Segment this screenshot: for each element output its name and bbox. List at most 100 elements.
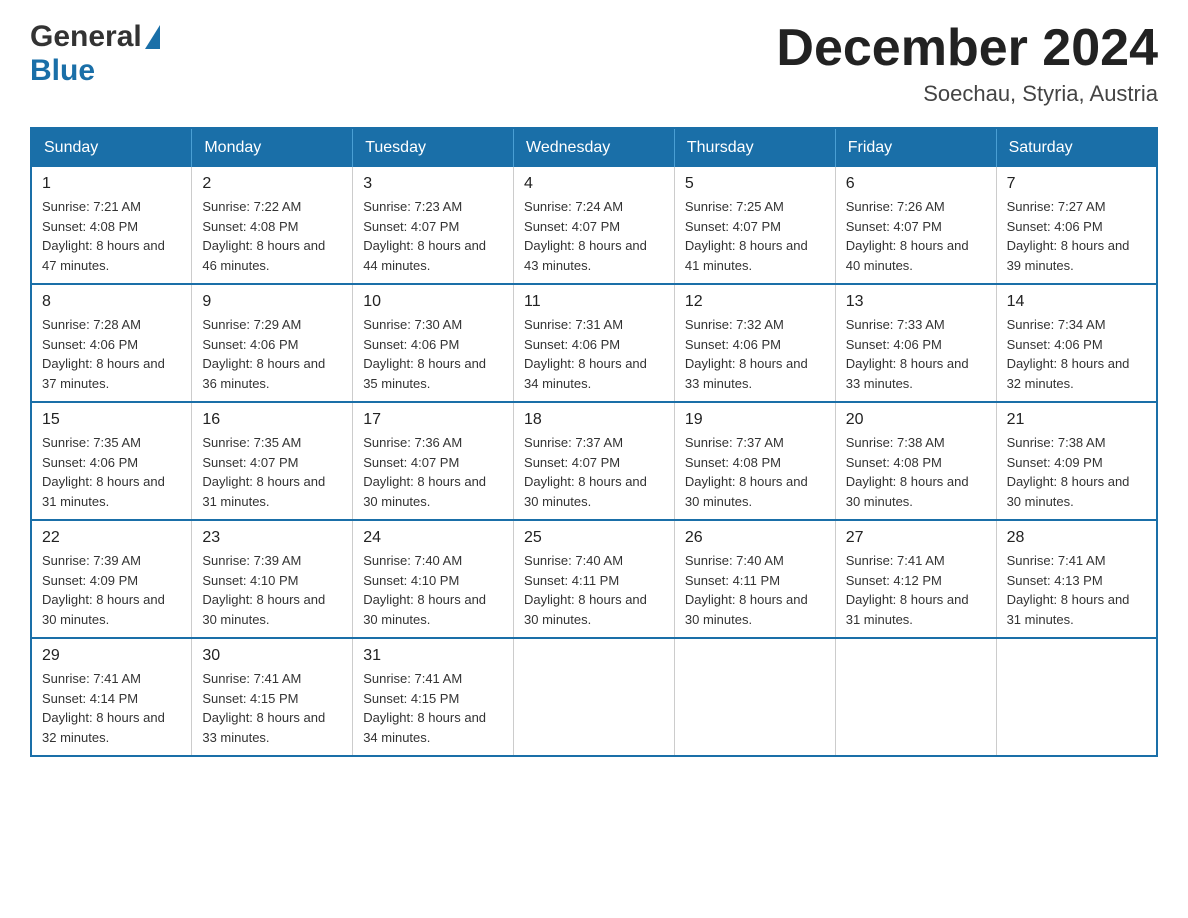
calendar-day-cell: 1 Sunrise: 7:21 AM Sunset: 4:08 PM Dayli…	[31, 167, 192, 284]
sunset-label: Sunset: 4:07 PM	[846, 219, 942, 234]
sunset-label: Sunset: 4:06 PM	[42, 337, 138, 352]
day-info: Sunrise: 7:35 AM Sunset: 4:06 PM Dayligh…	[42, 433, 181, 511]
daylight-label: Daylight: 8 hours and 35 minutes.	[363, 356, 486, 391]
sunrise-label: Sunrise: 7:25 AM	[685, 199, 784, 214]
daylight-label: Daylight: 8 hours and 39 minutes.	[1007, 238, 1130, 273]
sunrise-label: Sunrise: 7:36 AM	[363, 435, 462, 450]
day-number: 24	[363, 529, 503, 547]
sunrise-label: Sunrise: 7:41 AM	[1007, 553, 1106, 568]
day-info: Sunrise: 7:32 AM Sunset: 4:06 PM Dayligh…	[685, 315, 825, 393]
month-title: December 2024	[776, 20, 1158, 77]
daylight-label: Daylight: 8 hours and 33 minutes.	[202, 710, 325, 745]
day-number: 15	[42, 411, 181, 429]
day-info: Sunrise: 7:37 AM Sunset: 4:08 PM Dayligh…	[685, 433, 825, 511]
calendar-header-row: SundayMondayTuesdayWednesdayThursdayFrid…	[31, 128, 1157, 167]
daylight-label: Daylight: 8 hours and 40 minutes.	[846, 238, 969, 273]
daylight-label: Daylight: 8 hours and 30 minutes.	[202, 592, 325, 627]
calendar-day-cell: 23 Sunrise: 7:39 AM Sunset: 4:10 PM Dayl…	[192, 520, 353, 638]
sunset-label: Sunset: 4:06 PM	[524, 337, 620, 352]
day-info: Sunrise: 7:40 AM Sunset: 4:11 PM Dayligh…	[524, 551, 664, 629]
day-number: 26	[685, 529, 825, 547]
daylight-label: Daylight: 8 hours and 31 minutes.	[1007, 592, 1130, 627]
daylight-label: Daylight: 8 hours and 36 minutes.	[202, 356, 325, 391]
logo-arrow-icon	[145, 25, 160, 49]
day-number: 19	[685, 411, 825, 429]
daylight-label: Daylight: 8 hours and 30 minutes.	[846, 474, 969, 509]
daylight-label: Daylight: 8 hours and 43 minutes.	[524, 238, 647, 273]
day-number: 21	[1007, 411, 1146, 429]
sunrise-label: Sunrise: 7:35 AM	[202, 435, 301, 450]
sunset-label: Sunset: 4:06 PM	[685, 337, 781, 352]
calendar-table: SundayMondayTuesdayWednesdayThursdayFrid…	[30, 127, 1158, 757]
daylight-label: Daylight: 8 hours and 30 minutes.	[524, 592, 647, 627]
day-number: 4	[524, 175, 664, 193]
daylight-label: Daylight: 8 hours and 34 minutes.	[524, 356, 647, 391]
sunrise-label: Sunrise: 7:39 AM	[202, 553, 301, 568]
calendar-day-cell: 17 Sunrise: 7:36 AM Sunset: 4:07 PM Dayl…	[353, 402, 514, 520]
day-number: 10	[363, 293, 503, 311]
calendar-day-cell	[674, 638, 835, 756]
day-number: 9	[202, 293, 342, 311]
calendar-day-cell: 16 Sunrise: 7:35 AM Sunset: 4:07 PM Dayl…	[192, 402, 353, 520]
day-info: Sunrise: 7:40 AM Sunset: 4:10 PM Dayligh…	[363, 551, 503, 629]
calendar-day-cell: 4 Sunrise: 7:24 AM Sunset: 4:07 PM Dayli…	[514, 167, 675, 284]
sunset-label: Sunset: 4:07 PM	[363, 219, 459, 234]
sunrise-label: Sunrise: 7:28 AM	[42, 317, 141, 332]
calendar-day-cell: 13 Sunrise: 7:33 AM Sunset: 4:06 PM Dayl…	[835, 284, 996, 402]
day-info: Sunrise: 7:39 AM Sunset: 4:10 PM Dayligh…	[202, 551, 342, 629]
calendar-week-row: 1 Sunrise: 7:21 AM Sunset: 4:08 PM Dayli…	[31, 167, 1157, 284]
day-info: Sunrise: 7:36 AM Sunset: 4:07 PM Dayligh…	[363, 433, 503, 511]
sunset-label: Sunset: 4:14 PM	[42, 691, 138, 706]
daylight-label: Daylight: 8 hours and 32 minutes.	[1007, 356, 1130, 391]
daylight-label: Daylight: 8 hours and 30 minutes.	[363, 592, 486, 627]
sunrise-label: Sunrise: 7:35 AM	[42, 435, 141, 450]
day-info: Sunrise: 7:41 AM Sunset: 4:12 PM Dayligh…	[846, 551, 986, 629]
sunrise-label: Sunrise: 7:22 AM	[202, 199, 301, 214]
sunrise-label: Sunrise: 7:33 AM	[846, 317, 945, 332]
calendar-week-row: 8 Sunrise: 7:28 AM Sunset: 4:06 PM Dayli…	[31, 284, 1157, 402]
day-number: 1	[42, 175, 181, 193]
sunset-label: Sunset: 4:08 PM	[42, 219, 138, 234]
sunrise-label: Sunrise: 7:39 AM	[42, 553, 141, 568]
calendar-week-row: 15 Sunrise: 7:35 AM Sunset: 4:06 PM Dayl…	[31, 402, 1157, 520]
day-number: 12	[685, 293, 825, 311]
sunset-label: Sunset: 4:07 PM	[524, 455, 620, 470]
sunset-label: Sunset: 4:11 PM	[685, 573, 780, 588]
daylight-label: Daylight: 8 hours and 30 minutes.	[524, 474, 647, 509]
calendar-day-cell: 28 Sunrise: 7:41 AM Sunset: 4:13 PM Dayl…	[996, 520, 1157, 638]
daylight-label: Daylight: 8 hours and 37 minutes.	[42, 356, 165, 391]
daylight-label: Daylight: 8 hours and 44 minutes.	[363, 238, 486, 273]
day-number: 13	[846, 293, 986, 311]
day-info: Sunrise: 7:31 AM Sunset: 4:06 PM Dayligh…	[524, 315, 664, 393]
calendar-day-cell: 14 Sunrise: 7:34 AM Sunset: 4:06 PM Dayl…	[996, 284, 1157, 402]
daylight-label: Daylight: 8 hours and 34 minutes.	[363, 710, 486, 745]
calendar-day-cell: 21 Sunrise: 7:38 AM Sunset: 4:09 PM Dayl…	[996, 402, 1157, 520]
sunset-label: Sunset: 4:08 PM	[685, 455, 781, 470]
sunrise-label: Sunrise: 7:38 AM	[846, 435, 945, 450]
day-info: Sunrise: 7:30 AM Sunset: 4:06 PM Dayligh…	[363, 315, 503, 393]
daylight-label: Daylight: 8 hours and 30 minutes.	[42, 592, 165, 627]
daylight-label: Daylight: 8 hours and 30 minutes.	[1007, 474, 1130, 509]
sunrise-label: Sunrise: 7:41 AM	[846, 553, 945, 568]
day-info: Sunrise: 7:38 AM Sunset: 4:08 PM Dayligh…	[846, 433, 986, 511]
sunset-label: Sunset: 4:09 PM	[42, 573, 138, 588]
sunrise-label: Sunrise: 7:31 AM	[524, 317, 623, 332]
calendar-day-cell: 29 Sunrise: 7:41 AM Sunset: 4:14 PM Dayl…	[31, 638, 192, 756]
sunset-label: Sunset: 4:07 PM	[202, 455, 298, 470]
daylight-label: Daylight: 8 hours and 31 minutes.	[202, 474, 325, 509]
day-number: 25	[524, 529, 664, 547]
day-info: Sunrise: 7:33 AM Sunset: 4:06 PM Dayligh…	[846, 315, 986, 393]
daylight-label: Daylight: 8 hours and 30 minutes.	[685, 474, 808, 509]
sunset-label: Sunset: 4:15 PM	[363, 691, 459, 706]
calendar-day-cell: 20 Sunrise: 7:38 AM Sunset: 4:08 PM Dayl…	[835, 402, 996, 520]
daylight-label: Daylight: 8 hours and 46 minutes.	[202, 238, 325, 273]
column-header-thursday: Thursday	[674, 128, 835, 167]
logo-blue-text: Blue	[30, 54, 95, 87]
calendar-day-cell: 22 Sunrise: 7:39 AM Sunset: 4:09 PM Dayl…	[31, 520, 192, 638]
daylight-label: Daylight: 8 hours and 47 minutes.	[42, 238, 165, 273]
day-info: Sunrise: 7:41 AM Sunset: 4:15 PM Dayligh…	[202, 669, 342, 747]
day-number: 5	[685, 175, 825, 193]
day-number: 14	[1007, 293, 1146, 311]
day-info: Sunrise: 7:41 AM Sunset: 4:13 PM Dayligh…	[1007, 551, 1146, 629]
calendar-day-cell	[514, 638, 675, 756]
